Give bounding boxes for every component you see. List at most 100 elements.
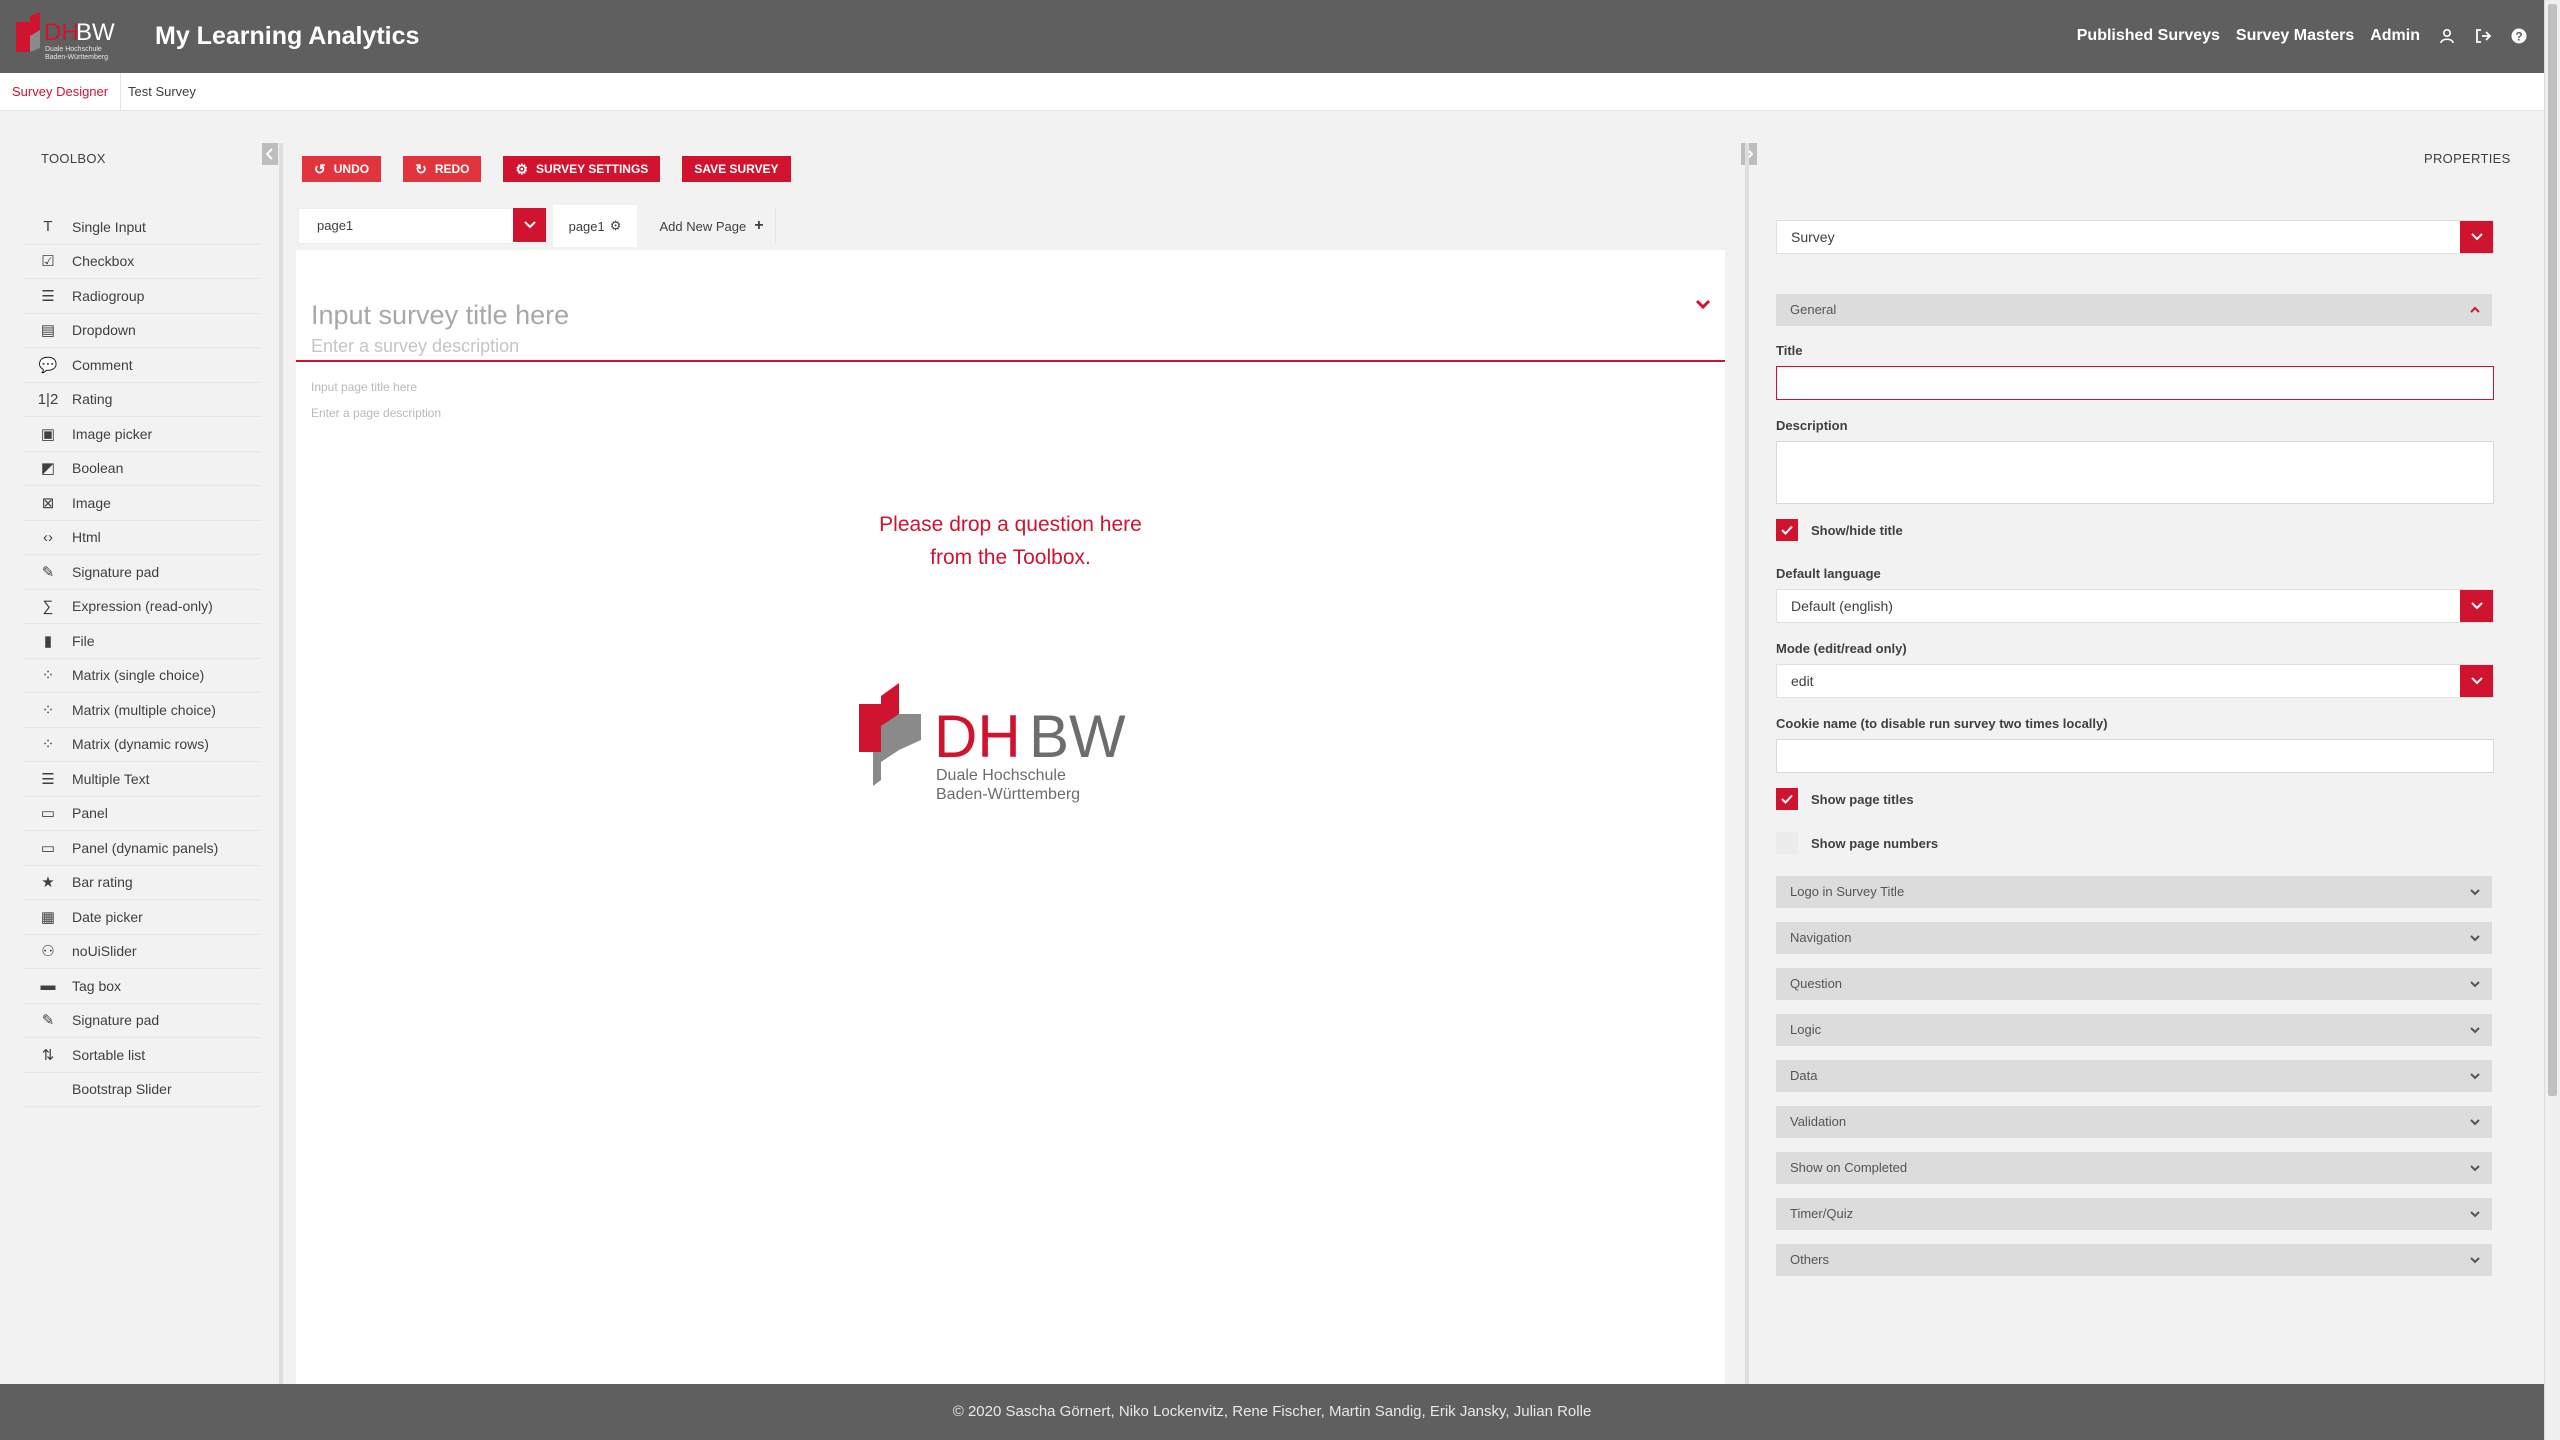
add-new-page-button[interactable]: Add New Page + (648, 208, 776, 244)
scrollbar-thumb[interactable] (2548, 4, 2557, 1096)
accordion-general[interactable]: General (1776, 294, 2492, 326)
toolbox-item[interactable]: ☰ Multiple Text (24, 762, 260, 797)
nav-published-surveys[interactable]: Published Surveys (2077, 22, 2220, 50)
toolbox-item-label: Panel (dynamic panels) (72, 839, 219, 856)
chevron-down-icon (2470, 922, 2480, 954)
accordion-section-label: Navigation (1790, 930, 1852, 945)
checkmark-icon (1781, 794, 1793, 804)
survey-header-collapse-button[interactable] (1695, 298, 1711, 316)
toolbox-item[interactable]: ⁘ Matrix (multiple choice) (24, 693, 260, 728)
description-textarea[interactable] (1776, 441, 2494, 504)
nav-survey-masters[interactable]: Survey Masters (2236, 22, 2354, 50)
toolbox-item[interactable]: ▭ Panel (24, 797, 260, 831)
accordion-section[interactable]: Logic (1776, 1014, 2492, 1046)
page-description-input[interactable]: Enter a page description (311, 406, 441, 420)
accordion-section[interactable]: Timer/Quiz (1776, 1198, 2492, 1230)
toolbox-item[interactable]: T Single Input (24, 210, 260, 245)
toolbox-title: TOOLBOX (41, 151, 106, 166)
toolbox-item[interactable]: ✎ Signature pad (24, 555, 260, 590)
tab-test-survey[interactable]: Test Survey (116, 73, 208, 111)
redo-button[interactable]: ↻ REDO (403, 156, 482, 182)
toolbox-item[interactable]: ★ Bar rating (24, 866, 260, 900)
survey-title-input[interactable]: Input survey title here (311, 300, 569, 331)
accordion-section[interactable]: Others (1776, 1244, 2492, 1276)
toolbox-item[interactable]: ☑ Checkbox (24, 245, 260, 279)
toolbox-item[interactable]: 1|2 Rating (24, 383, 260, 417)
page-tab[interactable]: page1 ⚙ (553, 205, 637, 247)
page-scrollbar[interactable] (2544, 0, 2560, 1440)
chevron-left-icon (265, 148, 273, 160)
tab-survey-designer[interactable]: Survey Designer (0, 73, 122, 111)
app-title[interactable]: My Learning Analytics (155, 20, 419, 52)
toolbox-item[interactable]: ⇅ Sortable list (24, 1038, 260, 1073)
toolbox-item-icon: 1|2 (37, 390, 59, 408)
page-title-input[interactable]: Input page title here (311, 380, 417, 394)
chevron-down-icon[interactable] (2460, 590, 2493, 622)
title-input[interactable] (1776, 366, 2494, 400)
dhbw-logo[interactable]: DH BW Duale Hochschule Baden-Württemberg (14, 12, 140, 62)
gear-icon[interactable]: ⚙ (610, 218, 622, 234)
user-icon[interactable] (2438, 27, 2456, 45)
show-hide-title-checkbox[interactable] (1776, 519, 1798, 541)
accordion-section[interactable]: Navigation (1776, 922, 2492, 954)
chevron-down-icon[interactable] (2460, 665, 2493, 697)
toolbox-item[interactable]: ▤ Dropdown (24, 314, 260, 348)
undo-button[interactable]: ↺ UNDO (302, 156, 382, 182)
mode-select[interactable]: edit (1776, 664, 2494, 698)
toolbox-item[interactable]: ⊠ Image (24, 486, 260, 521)
toolbox-item[interactable]: ☰ Radiogroup (24, 279, 260, 314)
logout-icon[interactable] (2474, 27, 2492, 45)
toolbox-item[interactable]: ▭ Panel (dynamic panels) (24, 831, 260, 866)
chevron-down-icon (2470, 1106, 2480, 1138)
toolbox-item-label: Matrix (single choice) (72, 667, 205, 684)
toolbox-item[interactable]: 💬 Comment (24, 348, 260, 383)
toolbox-item[interactable]: ✎ Signature pad (24, 1004, 260, 1038)
toolbox-item[interactable]: ⁘ Matrix (single choice) (24, 659, 260, 693)
save-survey-button[interactable]: SAVE SURVEY (682, 156, 791, 182)
object-select[interactable]: Survey (1776, 220, 2494, 254)
toolbox-item[interactable]: ▣ Image picker (24, 417, 260, 452)
accordion-section[interactable]: Validation (1776, 1106, 2492, 1138)
toolbox-item[interactable]: Bootstrap Slider (24, 1073, 260, 1107)
toolbox-item-label: Rating (72, 391, 113, 408)
toolbox-item-icon: ☰ (41, 770, 55, 788)
properties-resize-handle[interactable] (1745, 143, 1749, 1385)
cookie-name-input[interactable] (1776, 739, 2494, 773)
toolbox-item-icon: ▮ (43, 632, 53, 650)
nav-admin[interactable]: Admin (2370, 22, 2420, 50)
accordion-section[interactable]: Logo in Survey Title (1776, 876, 2492, 908)
toolbox-item[interactable]: ◩ Boolean (24, 452, 260, 486)
toolbox-item[interactable]: ▦ Date picker (24, 900, 260, 935)
toolbox-item[interactable]: ▬ Tag box (24, 969, 260, 1004)
logo-subtitle-1: Duale Hochschule (45, 46, 102, 53)
accordion-section[interactable]: Show on Completed (1776, 1152, 2492, 1184)
center-logo-dh: DH (934, 703, 1021, 770)
default-language-select[interactable]: Default (english) (1776, 589, 2494, 623)
survey-settings-button[interactable]: ⚙ SURVEY SETTINGS (503, 156, 661, 182)
chevron-down-icon (2470, 1198, 2480, 1230)
accordion-section-label: Validation (1790, 1114, 1847, 1129)
page-select[interactable]: page1 (298, 208, 546, 244)
help-icon[interactable]: ? (2510, 27, 2528, 45)
show-page-numbers-checkbox[interactable] (1776, 832, 1798, 854)
toolbox-item-icon: ⊠ (41, 494, 55, 512)
toolbox-item[interactable]: ∑ Expression (read-only) (24, 590, 260, 624)
toolbox-item-icon: ⇅ (41, 1046, 55, 1064)
accordion-section-label: Data (1790, 1068, 1818, 1083)
mode-value: edit (1791, 673, 1814, 689)
accordion-section[interactable]: Question (1776, 968, 2492, 1000)
show-page-titles-checkbox[interactable] (1776, 788, 1798, 810)
toolbox-item-label: Bar rating (72, 874, 133, 891)
toolbox-collapse-button[interactable] (262, 143, 278, 165)
toolbox-item[interactable]: ▮ File (24, 624, 260, 659)
toolbox-item[interactable]: ⁘ Matrix (dynamic rows) (24, 728, 260, 762)
survey-canvas[interactable]: Input survey title here Enter a survey d… (296, 250, 1725, 1386)
toolbox-item[interactable]: ⚇ noUiSlider (24, 935, 260, 969)
survey-description-input[interactable]: Enter a survey description (311, 336, 519, 357)
properties-collapse-button[interactable] (1741, 143, 1757, 165)
page-select-dropdown-button[interactable] (513, 208, 546, 242)
toolbox-resize-handle[interactable] (279, 143, 283, 1385)
toolbox-item[interactable]: ‹› Html (24, 521, 260, 555)
chevron-down-icon[interactable] (2460, 221, 2493, 253)
accordion-section[interactable]: Data (1776, 1060, 2492, 1092)
